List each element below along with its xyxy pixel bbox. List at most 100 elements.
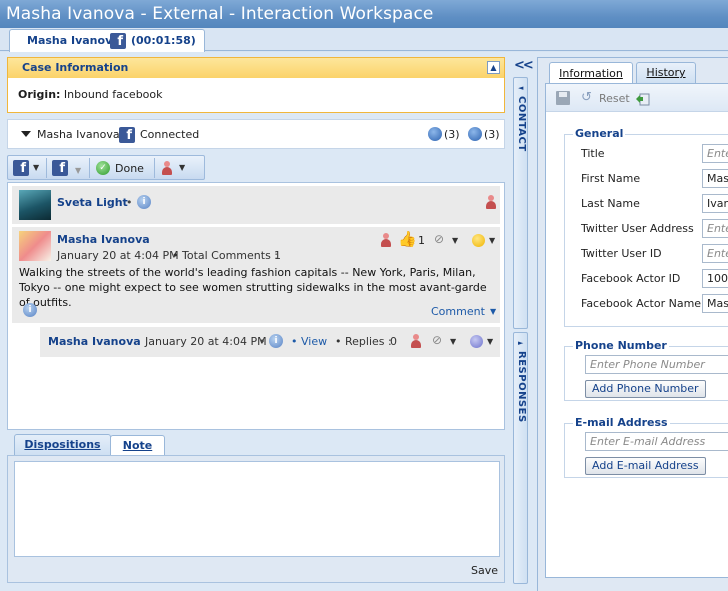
total-comments-count: 1 [274, 249, 281, 262]
reset-icon[interactable]: ↺ [581, 91, 592, 105]
field-label: Facebook Actor ID [581, 272, 681, 285]
collapse-left-icon[interactable]: << [514, 58, 534, 73]
comment-author[interactable]: Masha Ivanova [48, 335, 141, 348]
field-input[interactable]: Mash [702, 294, 728, 313]
chevron-down-icon[interactable]: ▼ [452, 236, 458, 245]
pending-count: (3) [444, 128, 460, 141]
messages-icon[interactable] [468, 127, 482, 141]
tab-information[interactable]: Information [549, 62, 633, 84]
connection-status: Connected [140, 128, 200, 141]
chevron-down-icon[interactable]: ▼ [450, 337, 456, 346]
save-disk-icon[interactable] [556, 91, 570, 105]
contact-side-tab[interactable]: ◄ CONTACT [513, 77, 528, 329]
add-phone-number-button[interactable]: Add Phone Number [585, 380, 706, 398]
info-icon[interactable]: i [269, 334, 283, 348]
origin-value: Inbound facebook [63, 88, 163, 101]
field-label: Twitter User ID [581, 247, 662, 260]
person-icon[interactable] [410, 334, 422, 348]
window-title-bar: Masha Ivanova - External - Interaction W… [0, 0, 728, 28]
disposition-note-tabs: Dispositions Note [7, 434, 505, 456]
post-item: Masha Ivanova January 20 at 4:04 PM • To… [12, 227, 500, 323]
information-toolbar: ↺ Reset [546, 84, 728, 112]
chevron-right-icon: ► [518, 339, 524, 347]
facebook-post-button[interactable]: f ▼ [50, 158, 86, 178]
case-information-header: Case Information ▲ [8, 58, 504, 78]
phone-number-group-title: Phone Number [573, 339, 669, 352]
tab-dispositions[interactable]: Dispositions [14, 434, 111, 456]
session-timer: (00:01:58) [131, 34, 196, 47]
facebook-feed: Sveta Light • i Masha Ivanova January 20… [7, 182, 505, 430]
chevron-down-icon[interactable]: ▼ [490, 307, 496, 316]
chevron-down-icon[interactable]: ▼ [489, 236, 495, 245]
field-input[interactable]: Ente [702, 219, 728, 238]
info-icon[interactable]: i [137, 195, 151, 209]
person-icon[interactable] [485, 195, 497, 209]
post-author[interactable]: Sveta Light [57, 196, 128, 209]
total-comments-label: • Total Comments : [172, 249, 278, 262]
view-link[interactable]: • View [291, 335, 327, 348]
field-input[interactable]: Mash [702, 169, 728, 188]
note-textarea[interactable] [14, 461, 500, 557]
avatar [19, 190, 51, 220]
facebook-post-icon: f [52, 160, 68, 176]
chevron-left-icon: ◄ [518, 84, 524, 92]
window-title: Masha Ivanova - External - Interaction W… [6, 4, 434, 24]
expand-triangle-icon[interactable] [21, 131, 31, 137]
block-icon[interactable]: ⊘ [432, 333, 446, 347]
session-tab[interactable]: Masha Ivanova f (00:01:58) [9, 29, 205, 52]
field-label: Title [581, 147, 605, 160]
block-icon[interactable]: ⊘ [434, 232, 448, 246]
email-address-group: E-mail Address Enter E-mail Address Add … [564, 416, 728, 478]
add-email-address-button[interactable]: Add E-mail Address [585, 457, 706, 475]
facebook-actions-button[interactable]: f ▼ [11, 158, 43, 178]
like-icon[interactable]: 👍 [398, 230, 417, 248]
reset-button[interactable]: Reset [599, 92, 630, 105]
general-group-title: General [573, 127, 626, 140]
field-input[interactable]: Ente [702, 144, 728, 163]
info-icon[interactable]: i [23, 303, 37, 317]
separator-dot: • [259, 335, 266, 348]
post-author[interactable]: Masha Ivanova [57, 233, 150, 246]
field-input[interactable]: Ente [702, 244, 728, 263]
save-button[interactable]: Save [471, 564, 498, 577]
field-label: First Name [581, 172, 641, 185]
tab-history[interactable]: History [636, 62, 696, 83]
contact-side-tab-label: CONTACT [516, 96, 527, 152]
facebook-icon: f [119, 127, 135, 143]
comment-link[interactable]: Comment [431, 305, 485, 318]
replies-count: 0 [390, 335, 397, 348]
responses-side-tab-label: RESPONSES [516, 351, 527, 423]
tab-note[interactable]: Note [110, 435, 165, 456]
tab-information-label: Information [559, 67, 623, 80]
field-label: Last Name [581, 197, 640, 210]
sentiment-icon[interactable] [470, 335, 483, 348]
field-label: Facebook Actor Name [581, 297, 702, 310]
interaction-toolbar: f ▼ f ▼ ✓ Done ▼ [7, 155, 205, 180]
export-icon[interactable] [634, 90, 650, 106]
messages-count: (3) [484, 128, 500, 141]
contact-name: Masha Ivanova [37, 128, 120, 141]
person-icon[interactable] [380, 233, 392, 247]
field-input[interactable]: Ivano [702, 194, 728, 213]
tab-history-label: History [646, 66, 686, 79]
separator-dot: • [126, 196, 133, 209]
information-content: ↺ Reset General Title Ente First Name Mash L… [545, 83, 728, 578]
origin-row: Origin: Inbound facebook [18, 88, 163, 101]
chevron-down-icon: ▼ [179, 163, 186, 172]
clock-icon[interactable] [428, 127, 442, 141]
facebook-icon: f [110, 33, 126, 49]
phone-number-group: Phone Number Enter Phone Number Add Phon… [564, 339, 728, 401]
toolbar-divider [46, 158, 47, 178]
phone-number-input[interactable]: Enter Phone Number [585, 355, 728, 374]
email-address-input[interactable]: Enter E-mail Address [585, 432, 728, 451]
sentiment-icon[interactable] [472, 234, 485, 247]
like-count: 1 [418, 234, 425, 247]
responses-side-tab[interactable]: ► RESPONSES [513, 332, 528, 584]
note-panel: Save [7, 455, 505, 583]
general-group: General Title Ente First Name Mash Last Name… [564, 127, 728, 327]
transfer-button[interactable]: ▼ [157, 158, 203, 178]
chevron-down-icon[interactable]: ▼ [487, 337, 493, 346]
transfer-agent-icon [161, 161, 173, 175]
collapse-icon[interactable]: ▲ [487, 61, 500, 74]
field-input[interactable]: 1000 [702, 269, 728, 288]
